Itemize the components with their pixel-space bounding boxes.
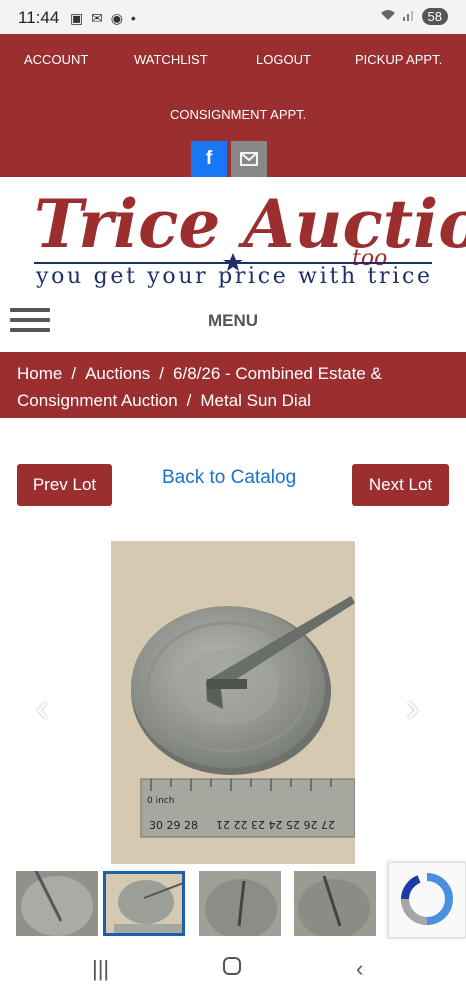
image-next-arrow-icon[interactable]: › [406, 686, 419, 731]
menu-toggle[interactable]: MENU [0, 311, 466, 331]
email-icon[interactable] [231, 141, 267, 177]
android-navigation-bar: ||| ‹ [0, 940, 466, 1000]
nav-pickup-appt[interactable]: PICKUP APPT. [355, 52, 442, 67]
thumbnail-1[interactable] [16, 871, 98, 936]
breadcrumb: Home / Auctions/6/8/26 - Combined Estate &… [0, 352, 466, 418]
ruler-label: 0 inch [147, 796, 174, 806]
ruler-numbers-bottom: 30 29 28 [149, 819, 198, 832]
thumbnail-4[interactable] [294, 871, 376, 936]
status-right: 58 [380, 8, 448, 25]
lot-main-image[interactable]: 0 inch 27 26 25 24 23 22 21 30 29 28 [111, 541, 355, 864]
back-icon[interactable]: ‹ [356, 956, 363, 982]
back-to-catalog-link[interactable]: Back to Catalog [162, 467, 296, 489]
image-prev-arrow-icon[interactable]: ‹ [36, 686, 49, 731]
breadcrumb-separator: / [71, 364, 77, 383]
thumbnail-2-selected[interactable] [103, 871, 185, 936]
next-lot-button[interactable]: Next Lot [352, 464, 449, 506]
breadcrumb-home[interactable]: Home [17, 364, 62, 383]
nav-consignment-appt[interactable]: CONSIGNMENT APPT. [170, 107, 306, 122]
thumbnail-3[interactable] [199, 871, 281, 936]
nav-account[interactable]: ACCOUNT [24, 52, 88, 67]
breadcrumb-separator: / [186, 391, 192, 410]
wifi-icon [380, 9, 396, 24]
battery-indicator: 58 [421, 8, 448, 25]
nav-logout[interactable]: LOGOUT [256, 52, 311, 67]
home-icon[interactable] [222, 956, 242, 982]
nav-watchlist[interactable]: WATCHLIST [134, 52, 208, 67]
breadcrumb-auctions[interactable]: Auctions [85, 364, 150, 383]
signal-icon [402, 9, 416, 24]
logo-title: Trice Auctions [34, 185, 466, 263]
site-logo[interactable]: Trice Auctions too you get your price wi… [0, 177, 466, 292]
breadcrumb-separator: / [159, 364, 165, 383]
recaptcha-badge[interactable] [388, 862, 466, 938]
facebook-icon[interactable]: f [191, 141, 227, 177]
breadcrumb-current: Metal Sun Dial [200, 391, 311, 410]
recent-apps-icon[interactable]: ||| [92, 956, 109, 982]
social-links: f [191, 141, 267, 177]
menu-bar: MENU [0, 292, 466, 352]
prev-lot-button[interactable]: Prev Lot [17, 464, 112, 506]
logo-tagline: you get your price with trice [35, 264, 430, 289]
status-time: 11:44 [18, 8, 60, 27]
notification-icons: ▣ ✉ ◉ • [70, 10, 138, 26]
ruler-numbers: 27 26 25 24 23 22 21 [216, 818, 335, 831]
status-bar: 11:44 ▣ ✉ ◉ • 58 [0, 0, 466, 34]
